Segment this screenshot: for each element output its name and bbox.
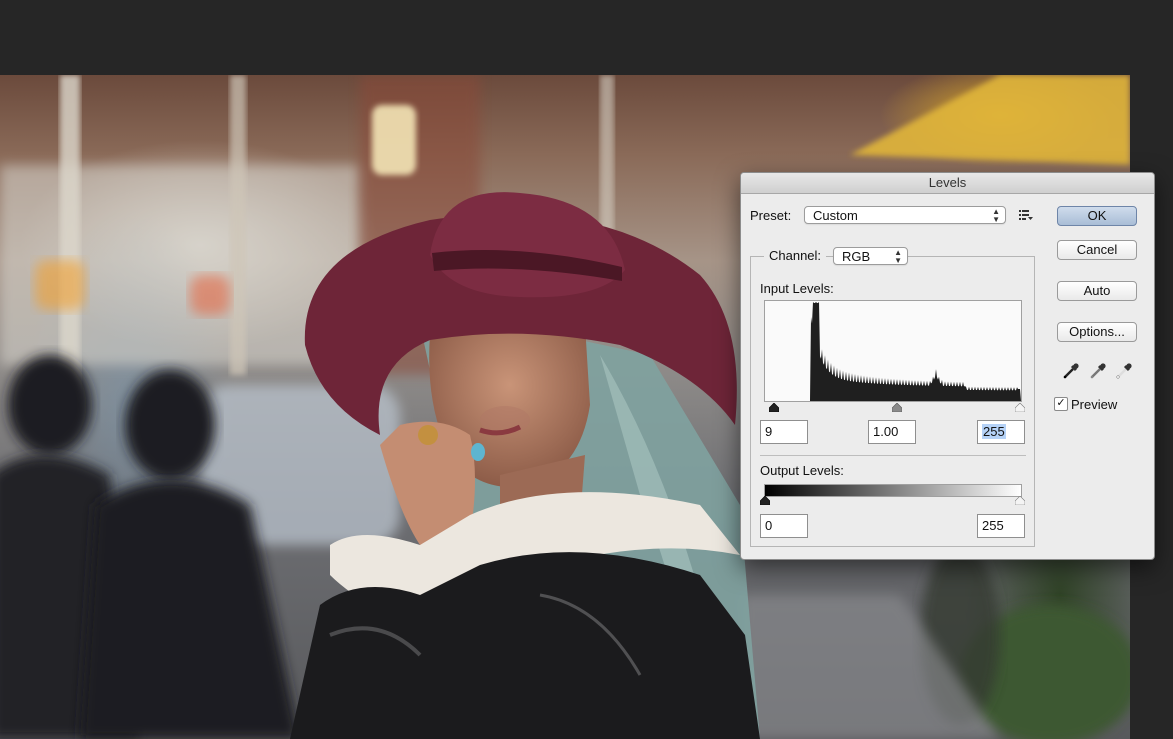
input-black-slider[interactable]: [769, 403, 779, 412]
ok-button[interactable]: OK: [1057, 206, 1137, 226]
checkmark-icon: ✓: [1056, 397, 1066, 409]
preset-label: Preset:: [750, 208, 792, 223]
histogram-graph: [765, 302, 1021, 401]
auto-button[interactable]: Auto: [1057, 281, 1137, 301]
input-white-slider[interactable]: [1015, 403, 1025, 412]
dropdown-arrows-icon: ▲ ▼: [992, 207, 1000, 224]
input-white-field[interactable]: 255: [977, 420, 1025, 444]
preset-options-icon[interactable]: [1019, 209, 1033, 221]
options-button[interactable]: Options...: [1057, 322, 1137, 342]
preset-dropdown[interactable]: Custom ▲ ▼: [804, 206, 1006, 224]
dropdown-arrows-icon: ▲ ▼: [894, 248, 902, 265]
preset-value: Custom: [813, 208, 858, 223]
preview-label: Preview: [1071, 397, 1118, 412]
cancel-button[interactable]: Cancel: [1057, 240, 1137, 260]
gray-point-eyedropper-icon[interactable]: [1089, 362, 1107, 380]
output-black-slider[interactable]: [760, 496, 770, 505]
input-levels-label: Input Levels:: [760, 281, 834, 296]
channel-label: Channel:: [764, 248, 827, 263]
input-white-value: 255: [982, 424, 1006, 439]
input-black-field[interactable]: 9: [760, 420, 808, 444]
channel-value: RGB: [842, 249, 871, 264]
dialog-title[interactable]: Levels: [741, 173, 1154, 194]
output-white-field[interactable]: 255: [977, 514, 1025, 538]
output-white-slider[interactable]: [1015, 496, 1025, 505]
input-gamma-slider[interactable]: [892, 403, 902, 412]
channel-dropdown[interactable]: RGB ▲ ▼: [833, 247, 908, 265]
white-point-eyedropper-icon[interactable]: [1115, 362, 1133, 380]
output-gradient-bar: [764, 484, 1022, 497]
preview-checkbox[interactable]: ✓: [1054, 397, 1068, 411]
output-black-field[interactable]: 0: [760, 514, 808, 538]
histogram: [764, 300, 1022, 402]
levels-separator: [760, 455, 1026, 456]
black-point-eyedropper-icon[interactable]: [1062, 362, 1080, 380]
input-gamma-field[interactable]: 1.00: [868, 420, 916, 444]
output-levels-label: Output Levels:: [760, 463, 844, 478]
